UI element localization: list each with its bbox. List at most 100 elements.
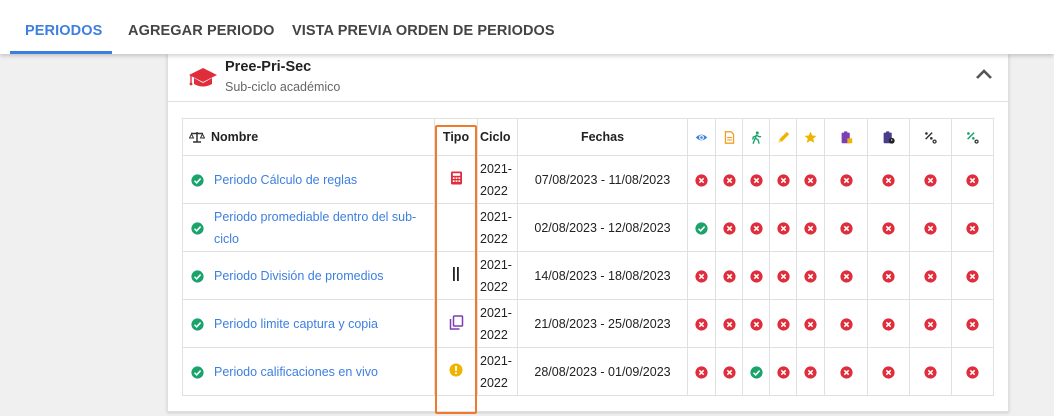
header-nombre-label: Nombre	[211, 130, 259, 144]
x-circle-icon[interactable]	[749, 220, 763, 235]
check-circle-icon[interactable]	[749, 364, 763, 379]
x-circle-icon[interactable]	[749, 172, 763, 187]
table-row: Periodo Cálculo de reglas 2021- 2022 07/08/…	[182, 155, 994, 204]
x-circle-icon[interactable]	[882, 172, 895, 187]
chevron-up-icon[interactable]	[974, 66, 994, 82]
x-circle-icon[interactable]	[966, 364, 979, 379]
x-circle-icon[interactable]	[882, 220, 895, 235]
x-circle-icon[interactable]	[839, 316, 853, 331]
flag-cell	[715, 203, 743, 252]
periods-table: Nombre Tipo Ciclo Fechas Periodo Cálculo…	[182, 118, 994, 396]
header-documento	[715, 118, 743, 156]
x-circle-icon[interactable]	[924, 220, 937, 235]
x-circle-icon[interactable]	[882, 316, 895, 331]
x-circle-icon[interactable]	[804, 268, 817, 283]
x-circle-icon[interactable]	[804, 316, 817, 331]
copy-icon	[449, 314, 464, 333]
flag-cell	[715, 155, 743, 204]
x-circle-icon[interactable]	[966, 220, 979, 235]
check-circle-icon[interactable]	[695, 220, 708, 235]
x-circle-icon[interactable]	[804, 364, 817, 379]
period-name-link[interactable]: Periodo limite captura y copia	[214, 313, 378, 335]
flag-cell	[769, 251, 797, 300]
period-dates-cell: 21/08/2023 - 25/08/2023	[517, 299, 688, 348]
flag-cell	[742, 155, 770, 204]
x-circle-icon[interactable]	[695, 364, 708, 379]
period-name-cell: Periodo División de promedios	[182, 251, 435, 300]
eye-icon	[695, 134, 708, 141]
flag-cell	[715, 299, 743, 348]
x-circle-icon[interactable]	[839, 364, 853, 379]
header-tipo: Tipo	[434, 118, 478, 156]
period-name-cell: Periodo promediable dentro del sub-ciclo	[182, 203, 435, 252]
x-circle-icon[interactable]	[776, 172, 790, 187]
card-header[interactable]: Pree-Pri-Sec Sub-ciclo académico	[168, 54, 1008, 102]
header-nombre: Nombre	[182, 118, 435, 156]
header-porcentaje-config	[909, 118, 952, 156]
flag-cell	[687, 203, 716, 252]
x-circle-icon[interactable]	[882, 364, 895, 379]
tab-agregar-periodo[interactable]: AGREGAR PERIODO	[128, 0, 275, 54]
clipboard-add-icon	[841, 131, 852, 144]
x-circle-icon[interactable]	[776, 220, 790, 235]
x-circle-icon[interactable]	[839, 220, 853, 235]
tab-vista-previa-orden[interactable]: VISTA PREVIA ORDEN DE PERIODOS	[292, 0, 555, 54]
flag-cell	[769, 347, 797, 396]
x-circle-icon[interactable]	[776, 316, 790, 331]
flag-cell	[796, 203, 825, 252]
x-circle-icon[interactable]	[722, 316, 736, 331]
x-circle-icon[interactable]	[776, 268, 790, 283]
clipboard-clock-icon	[883, 131, 895, 144]
x-circle-icon[interactable]	[966, 172, 979, 187]
flag-cell	[796, 347, 825, 396]
period-name-cell: Periodo Cálculo de reglas	[182, 155, 435, 204]
flag-cell	[909, 155, 952, 204]
percent-settings-green-icon	[967, 132, 979, 144]
x-circle-icon[interactable]	[924, 268, 937, 283]
status-check-icon	[191, 365, 204, 379]
x-circle-icon[interactable]	[839, 172, 853, 187]
x-circle-icon[interactable]	[776, 364, 790, 379]
period-name-link[interactable]: Periodo promediable dentro del sub-ciclo	[214, 206, 434, 250]
table-header-row: Nombre Tipo Ciclo Fechas	[182, 118, 994, 156]
period-name-link[interactable]: Periodo calificaciones en vivo	[214, 361, 378, 383]
status-check-icon	[191, 221, 204, 235]
period-name-cell: Periodo calificaciones en vivo	[182, 347, 435, 396]
flag-cell	[867, 251, 910, 300]
flag-cell	[909, 347, 952, 396]
cycle-line: 2021-	[480, 257, 512, 272]
x-circle-icon[interactable]	[966, 268, 979, 283]
flag-cell	[909, 251, 952, 300]
status-check-icon	[191, 173, 204, 187]
period-name-link[interactable]: Periodo División de promedios	[214, 265, 384, 287]
x-circle-icon[interactable]	[924, 364, 937, 379]
period-type-cell	[434, 251, 478, 300]
x-circle-icon[interactable]	[804, 220, 817, 235]
tab-bar: PERIODOS AGREGAR PERIODO VISTA PREVIA OR…	[0, 0, 1054, 54]
tab-periodos[interactable]: PERIODOS	[25, 0, 102, 54]
x-circle-icon[interactable]	[804, 172, 817, 187]
x-circle-icon[interactable]	[924, 172, 937, 187]
x-circle-icon[interactable]	[882, 268, 895, 283]
x-circle-icon[interactable]	[722, 364, 736, 379]
period-cycle-cell: 2021- 2022	[477, 203, 518, 252]
x-circle-icon[interactable]	[924, 316, 937, 331]
x-circle-icon[interactable]	[722, 220, 736, 235]
x-circle-icon[interactable]	[966, 316, 979, 331]
x-circle-icon[interactable]	[695, 316, 708, 331]
x-circle-icon[interactable]	[722, 268, 736, 283]
x-circle-icon[interactable]	[839, 268, 853, 283]
header-portapapeles-hora	[867, 118, 910, 156]
period-cycle-cell: 2021- 2022	[477, 251, 518, 300]
period-name-link[interactable]: Periodo Cálculo de reglas	[214, 169, 357, 191]
x-circle-icon[interactable]	[749, 316, 763, 331]
x-circle-icon[interactable]	[695, 172, 708, 187]
x-circle-icon[interactable]	[722, 172, 736, 187]
percent-settings-icon	[925, 132, 937, 144]
flag-cell	[951, 299, 994, 348]
period-type-cell	[434, 347, 478, 396]
x-circle-icon[interactable]	[749, 268, 763, 283]
x-circle-icon[interactable]	[695, 268, 708, 283]
flag-cell	[909, 299, 952, 348]
cycle-line: 2021-	[480, 305, 512, 320]
